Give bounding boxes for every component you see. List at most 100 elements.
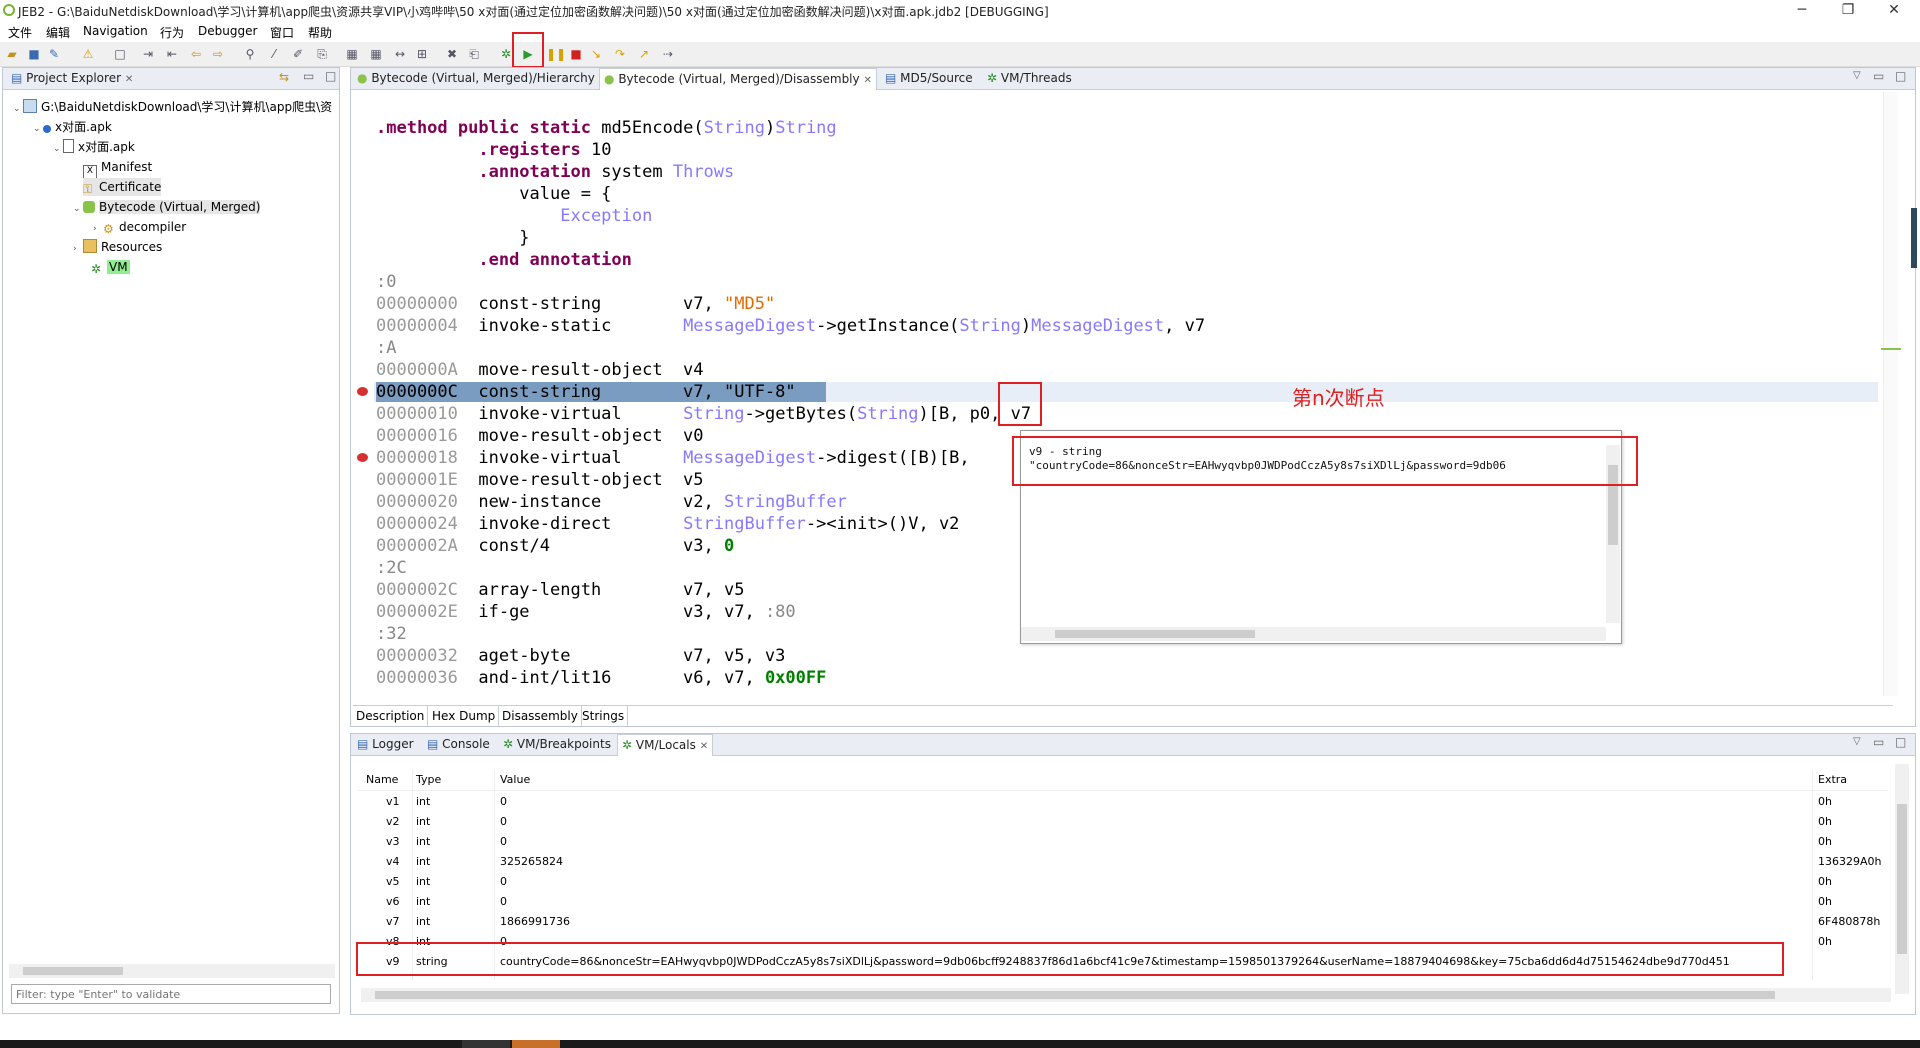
back-icon[interactable]: ⇦ [188,46,204,62]
pen-icon[interactable]: ✐ [290,46,306,62]
minimize-button[interactable]: ─ [1782,0,1822,22]
code-line[interactable]: :2C [376,557,407,579]
code-line[interactable]: 0000000A move-result-object v4 [376,359,704,381]
step-into-icon[interactable]: ↘ [588,46,604,62]
locals-hscrollbar[interactable] [361,988,1891,1002]
comment-icon[interactable]: ⁄ [266,46,282,62]
tab-description[interactable]: Description [353,706,429,726]
copy-icon[interactable]: ⎗ [466,46,482,62]
code-line[interactable]: .registers 10 [376,139,611,161]
tab-hierarchy[interactable]: ● Bytecode (Virtual, Merged)/Hierarchy [353,68,599,89]
tree-item-manifest[interactable]: X Manifest [83,158,152,179]
code-line[interactable]: 00000036 and-int/lit16 v6, v7, 0x00FF [376,667,826,689]
code-line[interactable]: 0000002A const/4 v3, 0 [376,535,734,557]
menu-help[interactable]: 帮助 [308,24,332,41]
code-line[interactable]: 00000004 invoke-static MessageDigest->ge… [376,315,1205,337]
layout-icon[interactable]: ⊞ [414,46,430,62]
table-row[interactable]: v1 int 0 0h [358,792,1888,812]
warning-icon[interactable]: ⚠ [80,46,96,62]
outdent-icon[interactable]: ⇤ [164,46,180,62]
code-line[interactable]: } [376,227,529,249]
terminate-icon[interactable]: ■ [568,46,584,62]
side-handle[interactable] [1911,208,1917,268]
delete-icon[interactable]: ✖ [444,46,460,62]
table-row[interactable]: v6 int 0 0h [358,892,1888,912]
column-header-extra[interactable]: Extra [1818,770,1847,790]
new-icon[interactable]: □ [112,46,128,62]
tree-item-vm[interactable]: ✲ VM [91,258,130,276]
tree-item-resources[interactable]: › Resources [73,238,162,256]
menu-navigation[interactable]: Navigation [83,24,148,38]
link-icon[interactable]: ⚲ [242,46,258,62]
column-header-type[interactable]: Type [416,770,441,790]
view-menu-icon[interactable]: ▽ [1853,70,1861,81]
tree-item-bytecode[interactable]: ⌄ Bytecode (Virtual, Merged) [73,198,261,216]
menu-file[interactable]: 文件 [8,24,32,41]
close-tab-icon[interactable]: ✕ [863,75,871,86]
tab-console[interactable]: ▤ Console [423,734,494,755]
code-line-breakpoint[interactable]: 00000018 invoke-virtual MessageDigest->d… [376,447,970,469]
code-line[interactable]: :0 [376,271,396,293]
table-row[interactable]: v4 int 325265824 136329A0h [358,852,1888,872]
link-editor-icon[interactable]: ⇆ [279,70,289,84]
indent-icon[interactable]: ⇥ [140,46,156,62]
breakpoint-icon[interactable] [357,387,368,396]
code-line[interactable]: .end annotation [376,249,632,271]
tree-item-apk[interactable]: ⌄ x对面.apk [33,118,112,136]
grid-icon[interactable]: ▦ [344,46,360,62]
tab-vm-threads[interactable]: ✲ VM/Threads [983,68,1076,89]
tree-item-decompiler[interactable]: › ⚙ decompiler [93,218,186,236]
menu-window[interactable]: 窗口 [270,24,294,41]
locals-vscrollbar[interactable] [1895,764,1909,994]
tree-item-certificate[interactable]: ⚿ Certificate [83,178,162,196]
tab-disassembly-view[interactable]: Disassembly [499,706,582,726]
code-line[interactable]: :32 [376,623,407,645]
taskbar-item[interactable] [462,1040,510,1048]
code-line[interactable]: .method public static md5Encode(String)S… [376,117,837,139]
tab-md5-source[interactable]: ▤ MD5/Source [881,68,977,89]
open-icon[interactable]: ▰ [4,46,20,62]
properties-icon[interactable]: ✎ [46,46,62,62]
forward-icon[interactable]: ⇨ [210,46,226,62]
scroll-thumb[interactable] [375,991,1775,999]
tree-item-apk-file[interactable]: ⌄ x对面.apk [53,138,135,156]
code-line[interactable]: 0000002E if-ge v3, v7, :80 [376,601,796,623]
step-return-icon[interactable]: ↗ [636,46,652,62]
scroll-thumb[interactable] [1897,804,1907,954]
menu-debugger[interactable]: Debugger [198,24,257,38]
code-line[interactable]: value = { [376,183,611,205]
column-header-name[interactable]: Name [366,770,398,790]
tab-logger[interactable]: ▤ Logger [353,734,418,755]
export-icon[interactable]: ⎘ [314,46,330,62]
code-line-breakpoint[interactable]: 0000000C const-string v7, "UTF-8" [376,381,796,403]
code-line[interactable]: Exception [376,205,652,227]
code-line[interactable]: 00000010 invoke-virtual String->getBytes… [376,403,1031,425]
run-to-line-icon[interactable]: ⇢ [660,46,676,62]
save-icon[interactable]: ■ [26,46,42,62]
code-line[interactable]: 00000032 aget-byte v7, v5, v3 [376,645,785,667]
step-over-icon[interactable]: ↷ [612,46,628,62]
table-row[interactable]: v7 int 1866991736 6F480878h [358,912,1888,932]
minimize-view-icon[interactable]: ▭ [1873,735,1884,749]
scroll-thumb[interactable] [23,967,123,975]
code-line[interactable]: 0000001E move-result-object v5 [376,469,704,491]
scroll-thumb[interactable] [1055,630,1255,638]
code-line[interactable]: :A [376,337,396,359]
expand-icon[interactable]: ↔ [392,46,408,62]
close-tab-icon[interactable]: ✕ [125,74,133,85]
table-row[interactable]: v5 int 0 0h [358,872,1888,892]
maximize-view-icon[interactable]: □ [1895,69,1906,83]
column-header-value[interactable]: Value [500,770,530,790]
close-button[interactable]: ✕ [1874,0,1914,22]
code-line[interactable]: 00000020 new-instance v2, StringBuffer [376,491,847,513]
menu-action[interactable]: 行为 [160,24,184,41]
minimize-view-icon[interactable]: ▭ [303,69,314,83]
minimize-view-icon[interactable]: ▭ [1873,69,1884,83]
tab-strings[interactable]: Strings [579,706,629,726]
maximize-view-icon[interactable]: □ [325,69,336,83]
explorer-hscrollbar[interactable] [9,964,335,978]
table-row[interactable]: v3 int 0 0h [358,832,1888,852]
tooltip-hscrollbar[interactable] [1021,627,1606,641]
grid2-icon[interactable]: ▦ [368,46,384,62]
view-menu-icon[interactable]: ▽ [1853,736,1861,747]
